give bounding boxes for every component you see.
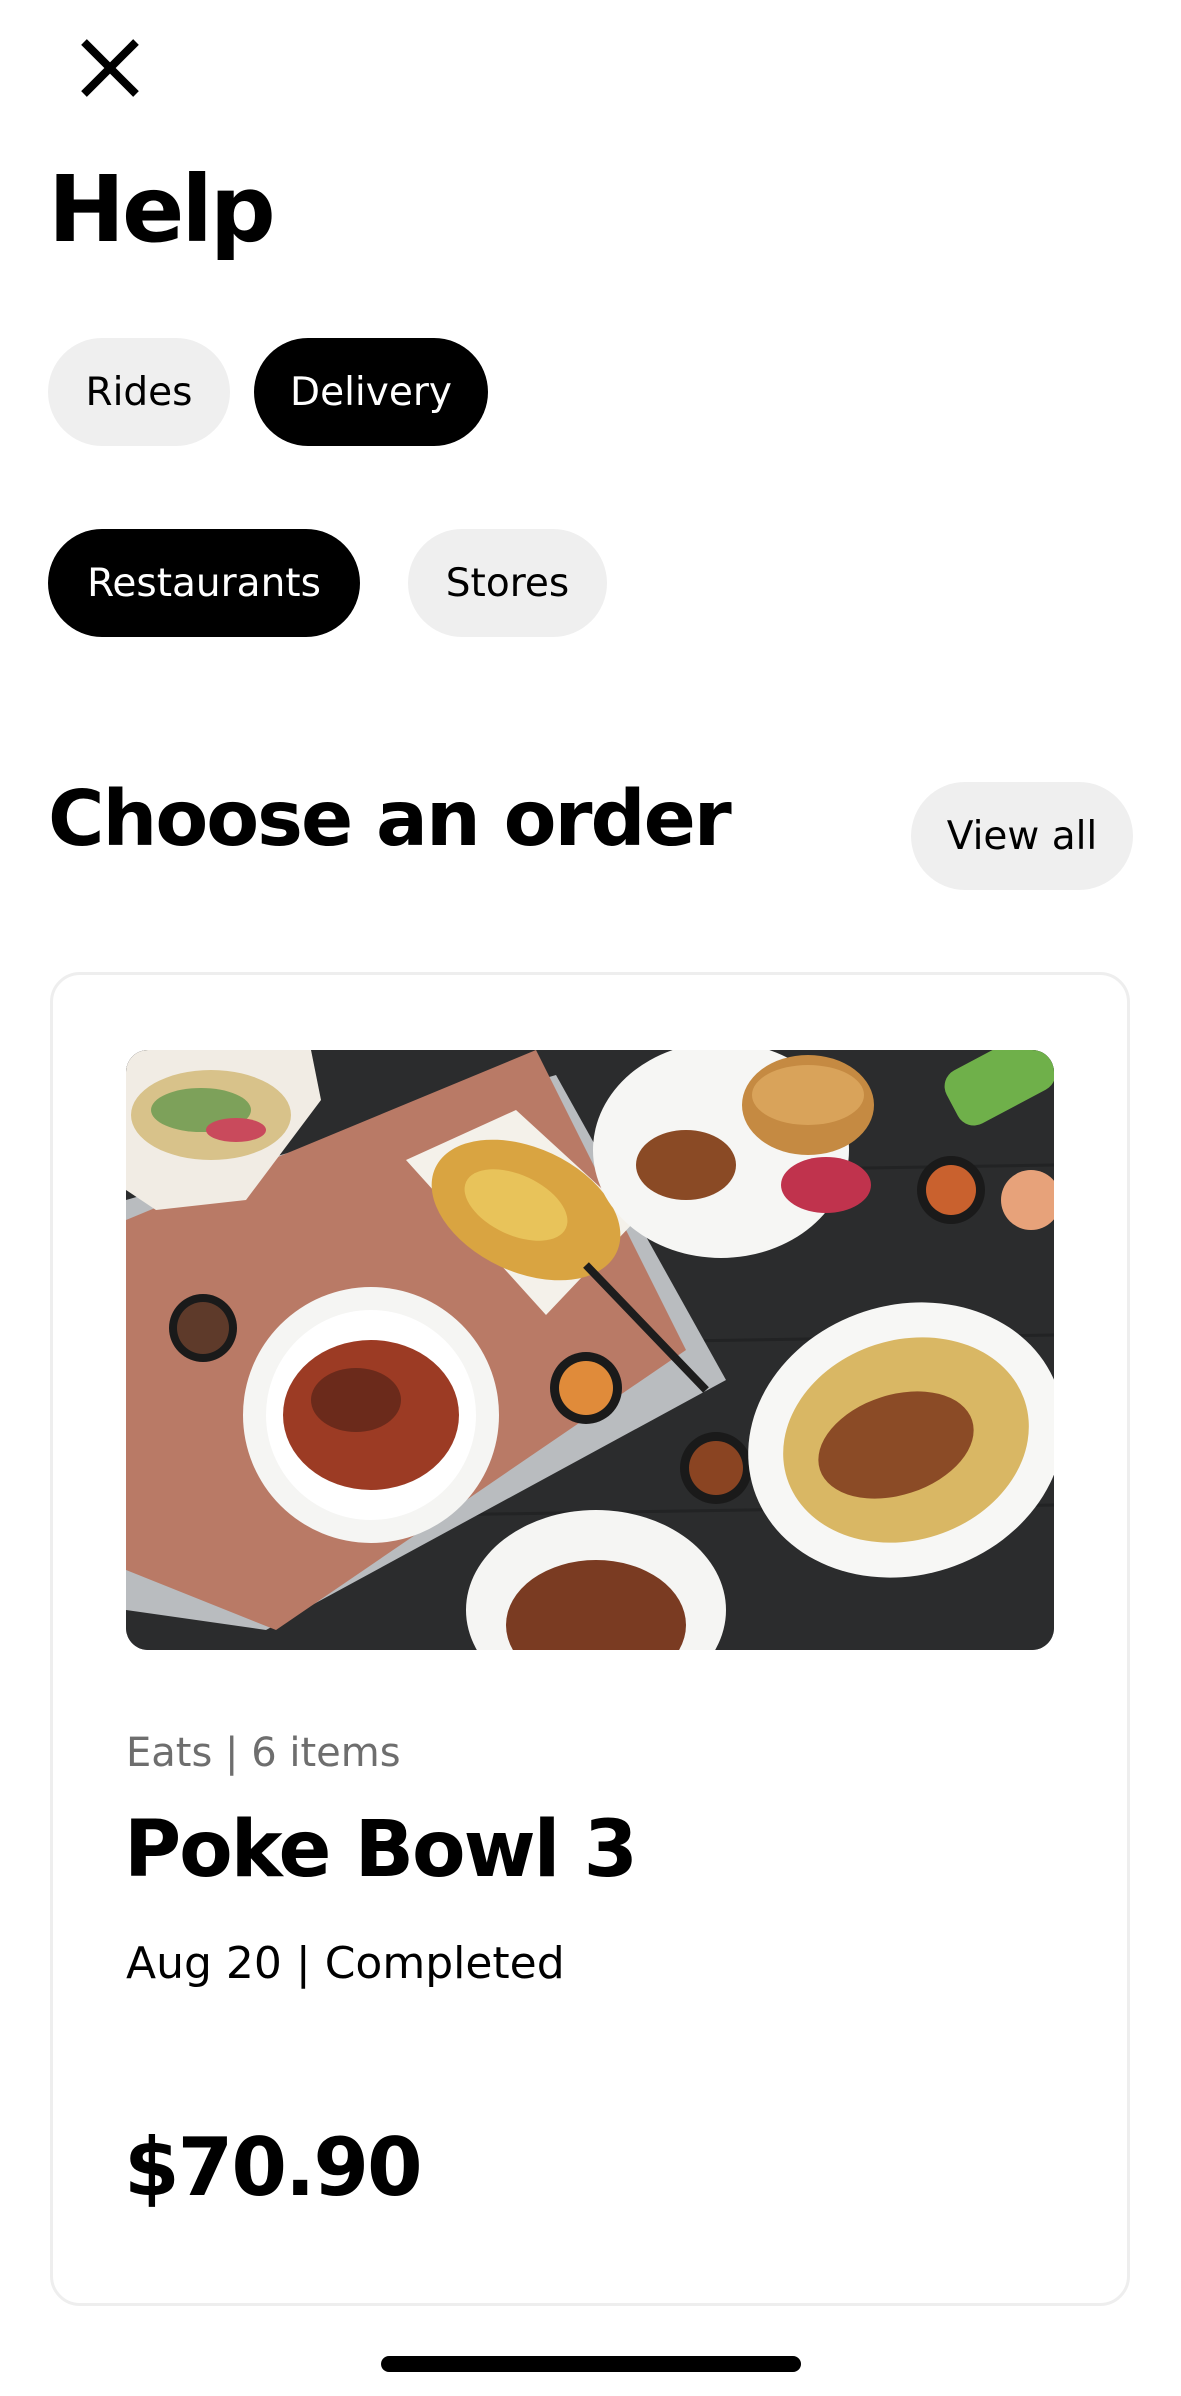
tab-delivery-label: Delivery	[290, 369, 452, 415]
order-price: $70.90	[124, 2121, 423, 2214]
tab-restaurants[interactable]: Restaurants	[48, 529, 360, 637]
order-food-image	[126, 1050, 1054, 1650]
tab-restaurants-label: Restaurants	[87, 560, 321, 606]
order-meta: Eats | 6 items	[126, 1730, 401, 1776]
order-name: Poke Bowl 3	[124, 1805, 638, 1895]
close-button[interactable]	[72, 30, 148, 106]
view-all-button[interactable]: View all	[911, 782, 1133, 890]
tab-stores[interactable]: Stores	[408, 529, 607, 637]
section-title: Choose an order	[48, 775, 732, 864]
tab-stores-label: Stores	[445, 560, 570, 606]
close-icon	[81, 39, 139, 97]
home-indicator	[381, 2356, 801, 2372]
tab-rides[interactable]: Rides	[48, 338, 230, 446]
page-title: Help	[48, 156, 276, 263]
view-all-label: View all	[946, 813, 1098, 859]
tab-delivery[interactable]: Delivery	[254, 338, 488, 446]
order-status: Aug 20 | Completed	[126, 1938, 565, 1989]
tab-rides-label: Rides	[85, 369, 193, 415]
